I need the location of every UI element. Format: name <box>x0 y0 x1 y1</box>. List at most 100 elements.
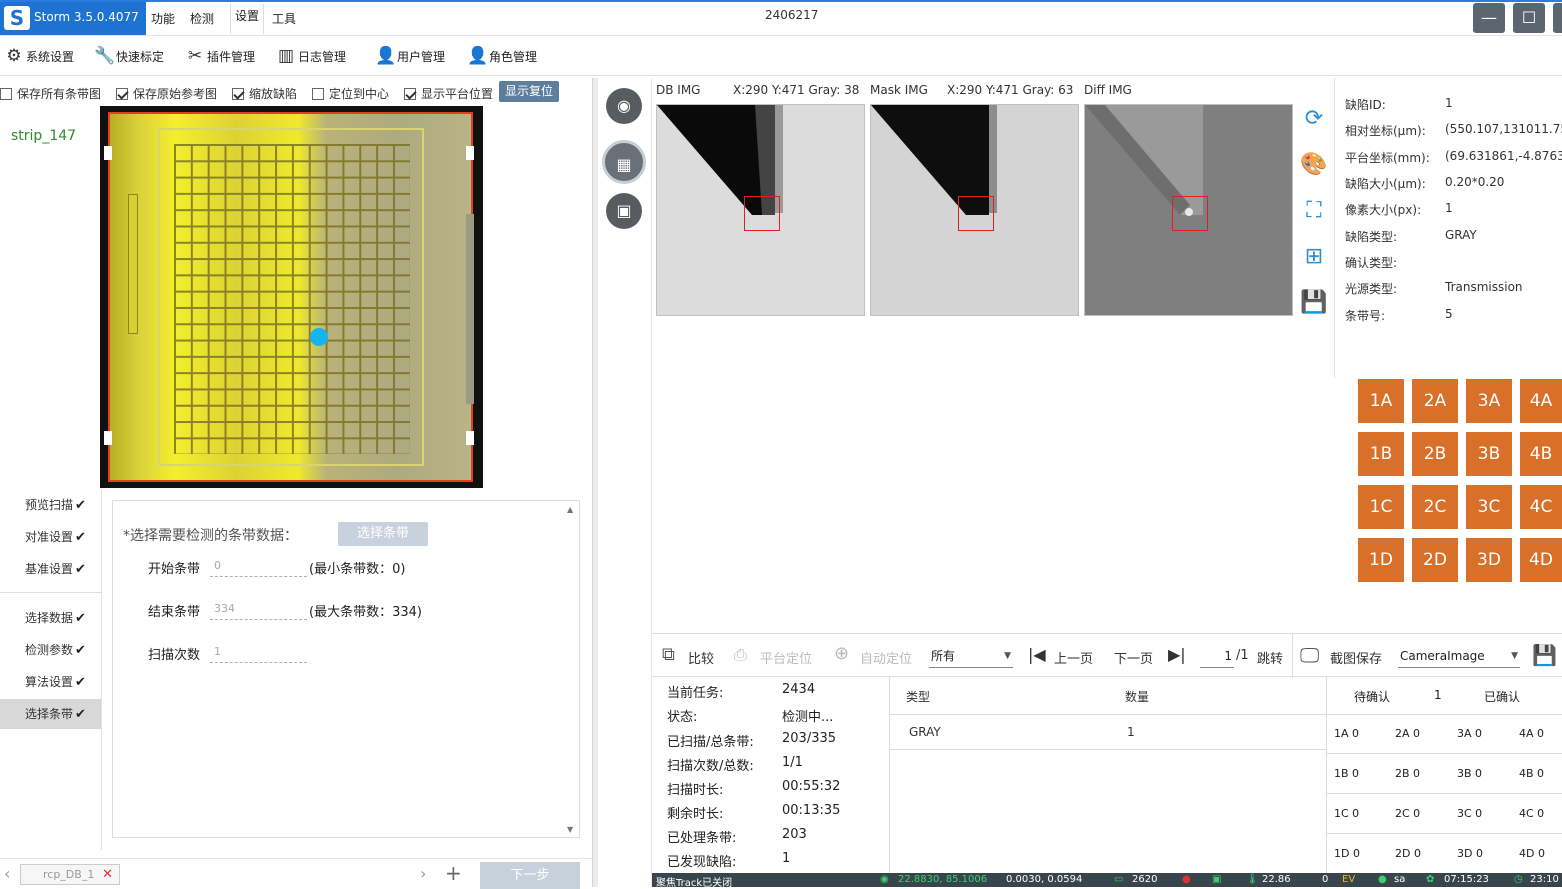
select-strip-button[interactable]: 选择条带 <box>338 522 428 546</box>
die-grid <box>174 144 410 454</box>
scan-count-input[interactable]: 1 <box>210 643 307 663</box>
step-base-settings[interactable]: 基准设置 ✔ <box>0 554 101 584</box>
menu-function[interactable]: 功能 <box>151 10 175 27</box>
table-row-count[interactable]: 1 <box>1127 725 1135 739</box>
save-all-strips-checkbox[interactable]: 保存所有条带图 <box>0 85 101 102</box>
menu-detect[interactable]: 检测 <box>190 10 214 27</box>
class-button-4a[interactable]: 4A <box>1520 379 1562 423</box>
tab-prev-arrow[interactable]: ‹ <box>4 864 10 883</box>
tab-next-arrow[interactable]: › <box>420 864 426 883</box>
step-detect-params[interactable]: 检测参数 ✔ <box>0 635 101 665</box>
menu-settings[interactable]: 设置 <box>230 4 265 34</box>
image-frame-icon[interactable]: ▣ <box>606 193 642 229</box>
recipe-tab[interactable]: rcp_DB_1 ✕ <box>20 864 120 885</box>
count-cell: 3C 0 <box>1457 807 1483 820</box>
wrench-icon: 🔧 <box>94 46 116 66</box>
display-icon: ▣ <box>1212 874 1222 885</box>
screenshot-icon[interactable]: 🖵 <box>1300 643 1319 667</box>
close-button[interactable] <box>1553 3 1562 33</box>
defect-marker-box <box>1172 196 1208 231</box>
step-align-settings[interactable]: 对准设置 ✔ <box>0 522 101 552</box>
class-button-1d[interactable]: 1D <box>1358 538 1404 582</box>
class-button-2b[interactable]: 2B <box>1412 432 1458 476</box>
strip-number-label: 条带号: <box>1345 309 1386 323</box>
role-user-icon: 👤 <box>467 46 489 66</box>
end-strip-input[interactable]: 334 <box>210 600 307 620</box>
class-button-3d[interactable]: 3D <box>1466 538 1512 582</box>
db-image[interactable] <box>656 104 865 316</box>
table-row-type[interactable]: GRAY <box>909 725 941 739</box>
mask-image[interactable] <box>870 104 1079 316</box>
step-preview-scan[interactable]: 预览扫描 ✔ <box>0 490 101 520</box>
save-original-ref-checkbox[interactable]: 保存原始参考图 <box>116 85 217 102</box>
camera-icon[interactable]: ◉ <box>606 88 642 124</box>
system-settings-button[interactable]: ⚙ 系统设置 <box>4 45 74 67</box>
step-algorithm-settings[interactable]: 算法设置 ✔ <box>0 667 101 697</box>
auto-locate-button[interactable]: 自动定位 <box>860 648 912 667</box>
maximize-button[interactable]: ☐ <box>1513 3 1545 33</box>
refresh-icon[interactable]: ⟳ <box>1299 104 1329 134</box>
count-cell: 1A 0 <box>1334 727 1360 740</box>
class-button-4b[interactable]: 4B <box>1520 432 1562 476</box>
class-button-3a[interactable]: 3A <box>1466 379 1512 423</box>
save-icon[interactable]: 💾 <box>1299 288 1329 318</box>
minimize-button[interactable]: — <box>1473 3 1505 33</box>
fit-screen-icon[interactable]: ⛶ <box>1299 196 1329 226</box>
user-manage-button[interactable]: 👤 用户管理 <box>375 45 445 67</box>
first-page-icon[interactable]: |◀ <box>1028 645 1046 664</box>
class-button-4d[interactable]: 4D <box>1520 538 1562 582</box>
save-icon[interactable]: 💾 <box>1532 643 1557 667</box>
platform-locate-button[interactable]: 平台定位 <box>760 648 812 667</box>
palette-icon[interactable]: 🎨 <box>1299 150 1329 180</box>
class-button-2a[interactable]: 2A <box>1412 379 1458 423</box>
compare-button[interactable]: 比较 <box>688 648 714 667</box>
class-button-1a[interactable]: 1A <box>1358 379 1404 423</box>
next-step-button[interactable]: 下一步 <box>480 862 580 889</box>
scroll-up-arrow[interactable]: ▲ <box>567 505 573 514</box>
start-strip-input[interactable]: 0 <box>210 557 307 577</box>
log-manage-button[interactable]: ▥ 日志管理 <box>276 45 346 67</box>
add-tab-icon[interactable]: + <box>445 861 462 885</box>
class-button-2d[interactable]: 2D <box>1412 538 1458 582</box>
user-manage-label: 用户管理 <box>397 49 446 64</box>
prev-page-button[interactable]: 上一页 <box>1054 648 1093 667</box>
scroll-down-arrow[interactable]: ▼ <box>567 825 573 834</box>
next-page-button[interactable]: 下一页 <box>1114 648 1153 667</box>
display-reset-button[interactable]: 显示复位 <box>499 81 559 102</box>
class-button-4c[interactable]: 4C <box>1520 485 1562 529</box>
strip-overview-image[interactable] <box>100 106 483 488</box>
last-page-icon[interactable]: ▶| <box>1168 645 1186 664</box>
save-screenshot-button[interactable]: 截图保存 <box>1330 648 1382 667</box>
clock-icon: ◷ <box>1514 874 1523 885</box>
camera-image-select[interactable]: CameraImage ▼ <box>1398 646 1520 668</box>
menu-tools[interactable]: 工具 <box>272 10 296 27</box>
locate-center-checkbox[interactable]: 定位到中心 <box>312 85 389 102</box>
step-select-strip[interactable]: 选择条带 ✔ <box>0 699 101 729</box>
page-input[interactable]: 1 <box>1200 646 1234 668</box>
defect-filter-select[interactable]: 所有 ▼ <box>929 646 1013 668</box>
class-button-2c[interactable]: 2C <box>1412 485 1458 529</box>
step-select-data[interactable]: 选择数据 ✔ <box>0 603 101 633</box>
current-task-label: 当前任务: <box>667 686 724 701</box>
count-cell: 2C 0 <box>1395 807 1421 820</box>
platform-coord-value: (69.631861,-4.87636 <box>1445 149 1562 163</box>
zoom-defect-checkbox[interactable]: 缩放缺陷 <box>232 85 297 102</box>
log-manage-label: 日志管理 <box>298 49 347 64</box>
plugin-manage-button[interactable]: ✂ 插件管理 <box>185 45 255 67</box>
jump-button[interactable]: 跳转 <box>1257 648 1283 667</box>
diff-image[interactable] <box>1084 104 1293 316</box>
close-tab-icon[interactable]: ✕ <box>102 865 113 884</box>
class-button-1c[interactable]: 1C <box>1358 485 1404 529</box>
class-button-3c[interactable]: 3C <box>1466 485 1512 529</box>
role-manage-button[interactable]: 👤 角色管理 <box>467 45 537 67</box>
count-cell: 4B 0 <box>1519 767 1545 780</box>
defect-type-value: GRAY <box>1445 228 1477 242</box>
class-button-3b[interactable]: 3B <box>1466 432 1512 476</box>
quick-calibration-button[interactable]: 🔧 快速标定 <box>94 45 164 67</box>
compare-icon[interactable]: ⧉ <box>662 644 675 665</box>
wizard-steps: 预览扫描 ✔ 对准设置 ✔ 基准设置 ✔ 选择数据 ✔ 检测参数 ✔ 算法设置 ✔ 选择条带… <box>0 490 102 850</box>
grid-list-icon[interactable]: ▦ <box>602 140 646 184</box>
class-button-1b[interactable]: 1B <box>1358 432 1404 476</box>
show-platform-pos-checkbox[interactable]: 显示平台位置 <box>404 85 493 102</box>
add-region-icon[interactable]: ⊞ <box>1299 242 1329 272</box>
